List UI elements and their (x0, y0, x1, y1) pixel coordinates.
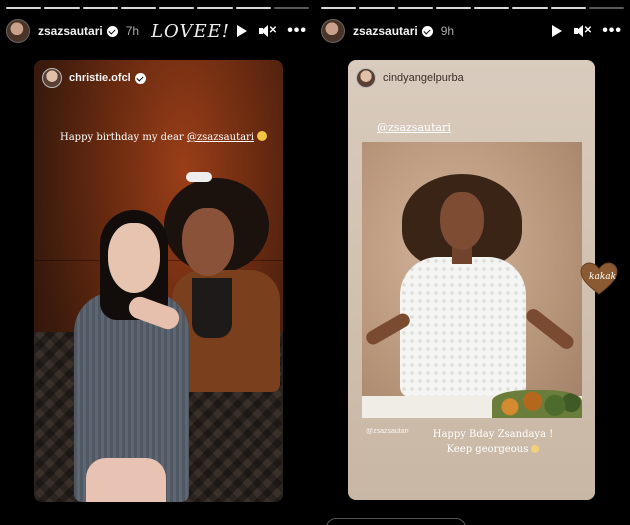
play-icon[interactable] (237, 25, 248, 37)
mention-link[interactable]: @zsazsautari (377, 121, 451, 134)
shared-post-header: cindyangelpurba (356, 68, 464, 88)
story-controls: ✕ ••• (552, 23, 622, 39)
verified-badge-icon (134, 72, 146, 84)
progress-segment (159, 7, 195, 9)
progress-segment (120, 7, 156, 9)
avatar[interactable] (6, 19, 30, 43)
progress-segment (550, 7, 586, 9)
avatar[interactable] (42, 68, 62, 88)
progress-segment (474, 7, 510, 9)
progress-segment (321, 7, 357, 9)
story-time: 9h (440, 24, 455, 38)
progress-segment (235, 7, 271, 9)
shared-post-username[interactable]: christie.ofcl (69, 72, 131, 84)
flowers-image (492, 390, 582, 418)
shared-post-username[interactable]: cindyangelpurba (383, 72, 464, 84)
story-controls: ✕ ••• (237, 23, 307, 39)
story-username[interactable]: zsazsautari (38, 24, 103, 38)
progress-segment (6, 7, 42, 9)
reply-input[interactable] (326, 518, 466, 525)
more-icon[interactable]: ••• (287, 23, 307, 39)
shared-post-header: christie.ofcl (42, 68, 146, 88)
mention-link[interactable]: @zsazsautari (187, 132, 254, 143)
sparkle-emoji-icon (531, 445, 540, 453)
verified-badge-icon (421, 25, 433, 37)
story-caption: LOVEE! (151, 20, 230, 42)
progress-segment (197, 7, 233, 9)
progress-segment (512, 7, 548, 9)
avatar[interactable] (356, 68, 376, 88)
smile-emoji-icon (257, 131, 268, 141)
story-time: 7h (125, 24, 140, 38)
photo-tag[interactable]: @zsazsautari (366, 428, 409, 435)
progress-segment (273, 7, 309, 9)
shared-photo (362, 142, 582, 418)
verified-badge-icon (106, 25, 118, 37)
shared-story-card[interactable]: cindyangelpurba @zsazsautari @zsazsautar… (348, 60, 595, 500)
avatar[interactable] (321, 19, 345, 43)
progress-segment (435, 7, 471, 9)
story-panel-left[interactable]: zsazsautari 7h LOVEE! ✕ ••• christie.ofc… (0, 0, 315, 525)
progress-segment (588, 7, 624, 9)
birthday-greeting: Happy birthday my dear @zsazsautari (60, 131, 268, 143)
more-icon[interactable]: ••• (602, 23, 622, 39)
progress-segment (44, 7, 80, 9)
mute-icon[interactable]: ✕ (259, 24, 277, 38)
story-header: zsazsautari 7h LOVEE! ✕ ••• (6, 17, 307, 45)
heart-sticker-text: kakak (589, 272, 617, 282)
birthday-wish: Happy Bday Zsandaya ! Keep georgeous (432, 429, 554, 455)
play-icon[interactable] (552, 25, 563, 37)
story-progress-bar (6, 7, 309, 9)
story-progress-bar (321, 7, 624, 9)
story-username[interactable]: zsazsautari (353, 24, 418, 38)
story-header: zsazsautari 9h ✕ ••• (321, 17, 622, 45)
mute-icon[interactable]: ✕ (574, 24, 592, 38)
shared-story-card[interactable]: christie.ofcl Happy birthday my dear @zs… (34, 60, 283, 502)
progress-segment (397, 7, 433, 9)
progress-segment (82, 7, 118, 9)
progress-segment (359, 7, 395, 9)
